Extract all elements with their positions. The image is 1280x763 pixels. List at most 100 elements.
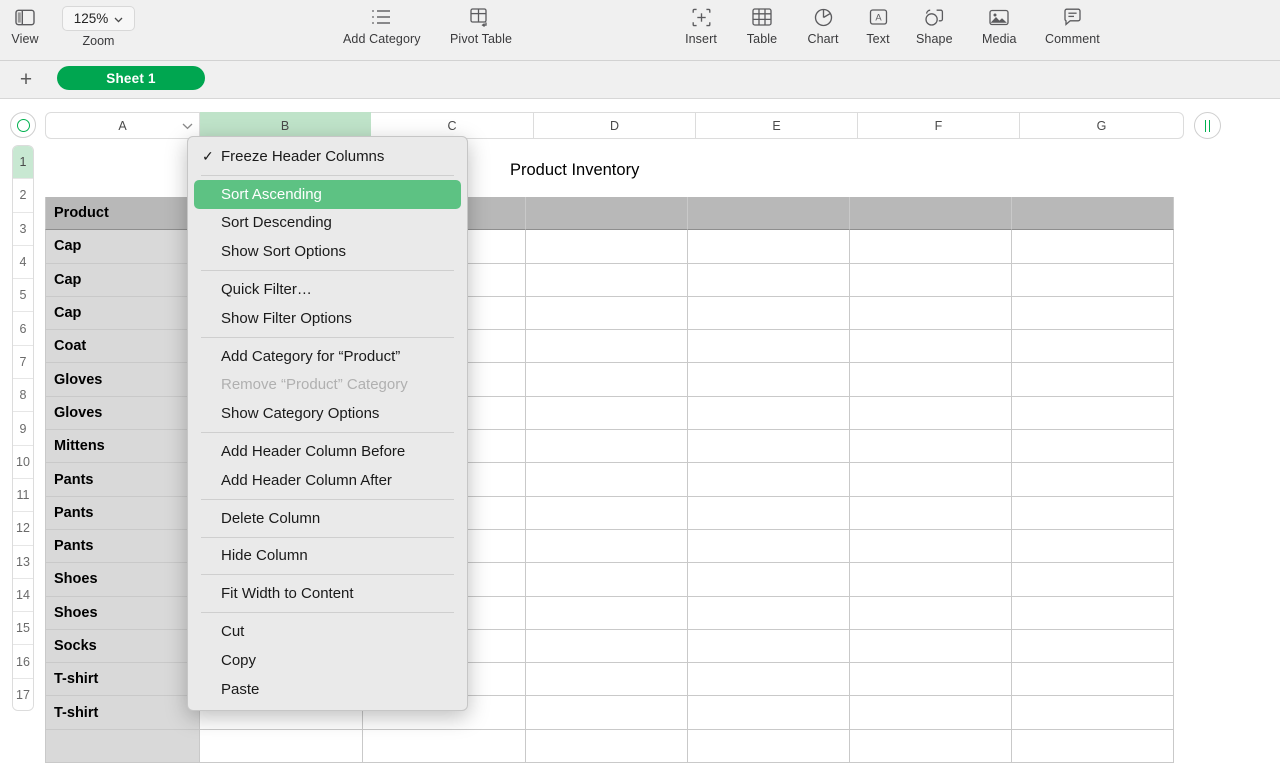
column-header-a[interactable]: A [45,112,200,139]
table-cell[interactable] [526,397,688,430]
table-cell[interactable] [850,363,1012,396]
table-cell[interactable] [850,530,1012,563]
column-context-menu[interactable]: Freeze Header ColumnsSort AscendingSort … [187,136,468,711]
table-cell[interactable] [1012,730,1174,763]
row-header-1[interactable]: 1 [13,146,33,179]
table-cell[interactable] [363,730,526,763]
row-header-11[interactable]: 11 [13,479,33,512]
table-cell[interactable] [850,597,1012,630]
table-cell[interactable] [526,330,688,363]
table-cell[interactable] [526,463,688,496]
sheet-tab-sheet-1[interactable]: Sheet 1 [57,66,205,90]
row-header-17[interactable]: 17 [13,679,33,711]
table-cell[interactable] [688,563,850,596]
table-cell[interactable]: Gloves [45,363,200,396]
table-cell[interactable]: Cap [45,297,200,330]
table-cell[interactable] [850,297,1012,330]
table-cell[interactable]: Pants [45,497,200,530]
table-cell[interactable] [688,363,850,396]
row-header-5[interactable]: 5 [13,279,33,312]
table-cell[interactable] [1012,330,1174,363]
column-header-b[interactable]: B [200,112,371,139]
table-cell[interactable] [45,730,200,763]
table-cell[interactable] [688,330,850,363]
table-header-cell[interactable] [850,197,1012,230]
table-cell[interactable]: Pants [45,530,200,563]
table-header-cell[interactable]: Product [45,197,200,230]
menu-item-add-header-column-after[interactable]: Add Header Column After [188,466,467,495]
row-header-14[interactable]: 14 [13,579,33,612]
menu-item-add-category-for-product[interactable]: Add Category for “Product” [188,342,467,371]
column-header-f[interactable]: F [858,112,1020,139]
table-cell[interactable]: Coat [45,330,200,363]
menu-item-hide-column[interactable]: Hide Column [188,542,467,571]
toolbar-button-table[interactable]: Table [745,4,779,46]
row-header-8[interactable]: 8 [13,379,33,412]
toolbar-button-media[interactable]: Media [982,4,1017,46]
row-header-4[interactable]: 4 [13,246,33,279]
chevron-down-icon[interactable] [182,119,193,133]
table-cell[interactable] [850,397,1012,430]
table-cell[interactable] [1012,430,1174,463]
table-cell[interactable] [688,696,850,729]
table-cell[interactable] [1012,297,1174,330]
table-cell[interactable] [688,730,850,763]
menu-item-cut[interactable]: Cut [188,617,467,646]
row-header-10[interactable]: 10 [13,446,33,479]
table-cell[interactable] [850,630,1012,663]
table-cell[interactable] [526,264,688,297]
select-all-table-button[interactable] [10,112,36,138]
table-cell[interactable]: Cap [45,264,200,297]
menu-item-sort-ascending[interactable]: Sort Ascending [194,180,461,209]
table-cell[interactable] [850,563,1012,596]
row-header-7[interactable]: 7 [13,346,33,379]
menu-item-paste[interactable]: Paste [188,675,467,704]
table-cell[interactable] [688,430,850,463]
menu-item-fit-width-to-content[interactable]: Fit Width to Content [188,579,467,608]
table-cell[interactable] [850,497,1012,530]
toolbar-button-text[interactable]: A Text [861,4,895,46]
table-cell[interactable]: Pants [45,463,200,496]
table-cell[interactable] [850,663,1012,696]
toolbar-button-shape[interactable]: Shape [916,4,953,46]
table-cell[interactable] [850,430,1012,463]
row-header-2[interactable]: 2 [13,179,33,212]
table-cell[interactable] [850,264,1012,297]
table-cell[interactable] [1012,397,1174,430]
table-cell[interactable] [688,264,850,297]
table-cell[interactable] [1012,696,1174,729]
add-sheet-button[interactable]: + [14,68,38,92]
table-cell[interactable] [688,497,850,530]
row-header-3[interactable]: 3 [13,213,33,246]
table-cell[interactable] [688,297,850,330]
table-cell[interactable] [526,497,688,530]
table-cell[interactable] [1012,630,1174,663]
table-cell[interactable] [850,230,1012,263]
table-cell[interactable] [688,597,850,630]
row-header-16[interactable]: 16 [13,645,33,678]
toolbar-button-view[interactable]: View [8,4,42,46]
menu-item-show-category-options[interactable]: Show Category Options [188,399,467,428]
table-cell[interactable] [526,563,688,596]
column-header-e[interactable]: E [696,112,858,139]
menu-item-add-header-column-before[interactable]: Add Header Column Before [188,437,467,466]
row-header-9[interactable]: 9 [13,412,33,445]
table-cell[interactable] [850,730,1012,763]
table-cell[interactable] [1012,363,1174,396]
menu-item-copy[interactable]: Copy [188,646,467,675]
column-header-d[interactable]: D [534,112,696,139]
table-cell[interactable]: T-shirt [45,696,200,729]
menu-item-quick-filter[interactable]: Quick Filter… [188,275,467,304]
toolbar-button-insert[interactable]: Insert [684,4,718,46]
table-header-cell[interactable] [1012,197,1174,230]
table-cell[interactable] [850,696,1012,729]
table-cell[interactable] [688,630,850,663]
toolbar-button-pivot-table[interactable]: Pivot Table [450,4,512,46]
table-cell[interactable] [1012,463,1174,496]
table-cell[interactable] [1012,530,1174,563]
row-header-15[interactable]: 15 [13,612,33,645]
table-cell[interactable] [526,230,688,263]
table-cell[interactable] [688,397,850,430]
table-cell[interactable]: T-shirt [45,663,200,696]
table-cell[interactable] [1012,663,1174,696]
